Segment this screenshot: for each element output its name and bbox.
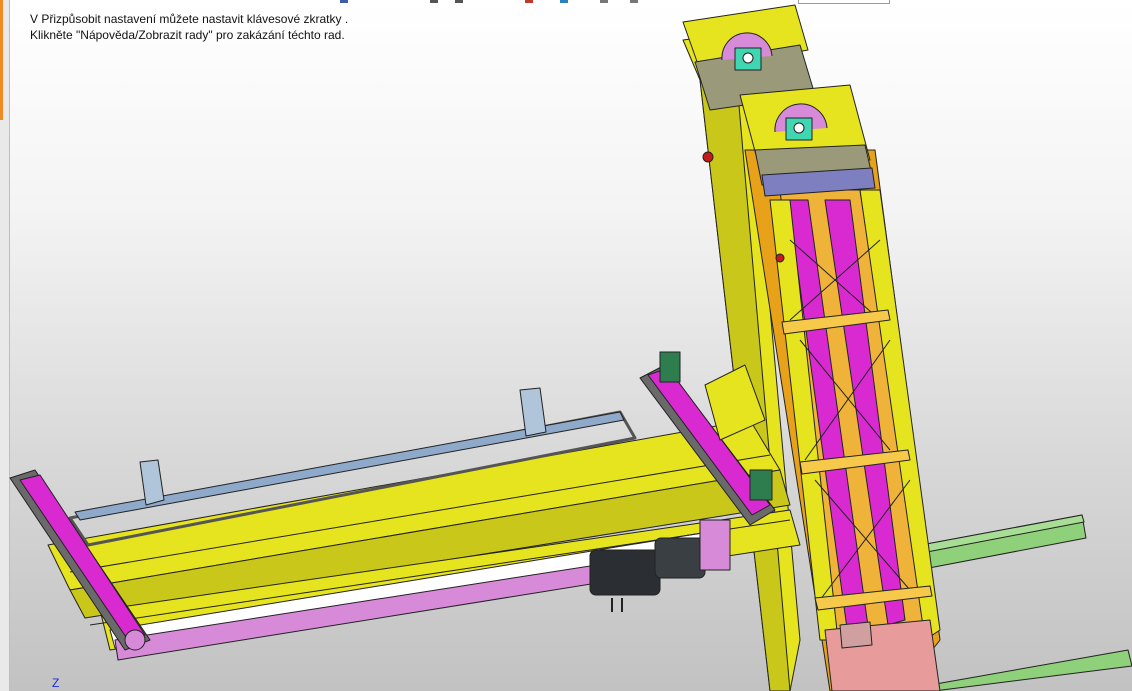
green-rail-upper xyxy=(904,514,1087,573)
green-rail-lower xyxy=(929,649,1132,691)
tower-base-block xyxy=(824,619,941,691)
cad-3d-viewport[interactable] xyxy=(0,0,1132,691)
axis-z-label: Z xyxy=(52,676,60,690)
